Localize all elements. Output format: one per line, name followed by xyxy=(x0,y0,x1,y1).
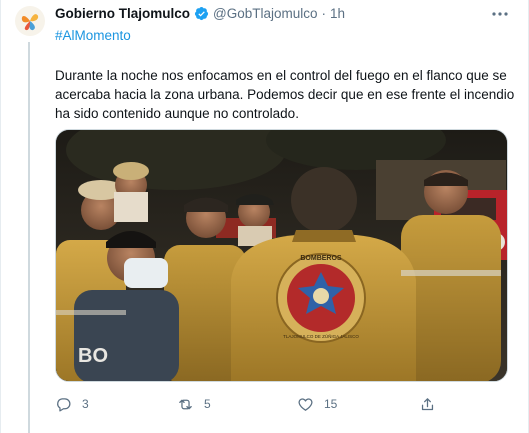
share-button[interactable] xyxy=(419,394,436,414)
tweet-text: Durante la noche nos enfocamos en el con… xyxy=(55,68,515,121)
verified-badge-icon xyxy=(194,6,209,21)
shirt-text: BO xyxy=(78,345,108,367)
tweet-photo[interactable]: BO BOMBEROS TLAJOMULCO DE ZÚÑIGA JALISCO xyxy=(55,129,508,382)
firefighters-photo: BO BOMBEROS TLAJOMULCO DE ZÚÑIGA JALISCO xyxy=(56,130,507,381)
reply-count: 3 xyxy=(82,397,89,411)
heart-icon xyxy=(298,397,313,411)
reply-button[interactable]: 3 xyxy=(55,394,89,414)
hashtag-link[interactable]: #AlMomento xyxy=(55,28,131,43)
timestamp[interactable]: 1h xyxy=(330,6,345,21)
separator: · xyxy=(321,6,327,21)
tweet-header: Gobierno Tlajomulco @GobTlajomulco · 1h xyxy=(55,6,345,21)
thread-line xyxy=(28,42,30,433)
like-count: 15 xyxy=(324,397,338,411)
retweet-count: 5 xyxy=(204,397,211,411)
badge-text: BOMBEROS xyxy=(300,255,342,262)
tweet-actions: 3 5 15 xyxy=(55,394,455,414)
like-button[interactable]: 15 xyxy=(297,394,337,414)
tweet-card[interactable]: Gobierno Tlajomulco @GobTlajomulco · 1h … xyxy=(0,0,529,433)
more-icon[interactable] xyxy=(490,6,510,22)
retweet-icon xyxy=(179,399,192,409)
avatar-logo-icon xyxy=(15,6,45,36)
retweet-button[interactable]: 5 xyxy=(177,394,211,414)
badge-subtext: TLAJOMULCO DE ZÚÑIGA JALISCO xyxy=(283,333,359,339)
avatar[interactable] xyxy=(15,6,45,36)
share-icon xyxy=(421,397,434,410)
author-name[interactable]: Gobierno Tlajomulco xyxy=(55,6,190,21)
author-handle[interactable]: @GobTlajomulco xyxy=(213,6,318,21)
reply-icon xyxy=(57,397,71,412)
